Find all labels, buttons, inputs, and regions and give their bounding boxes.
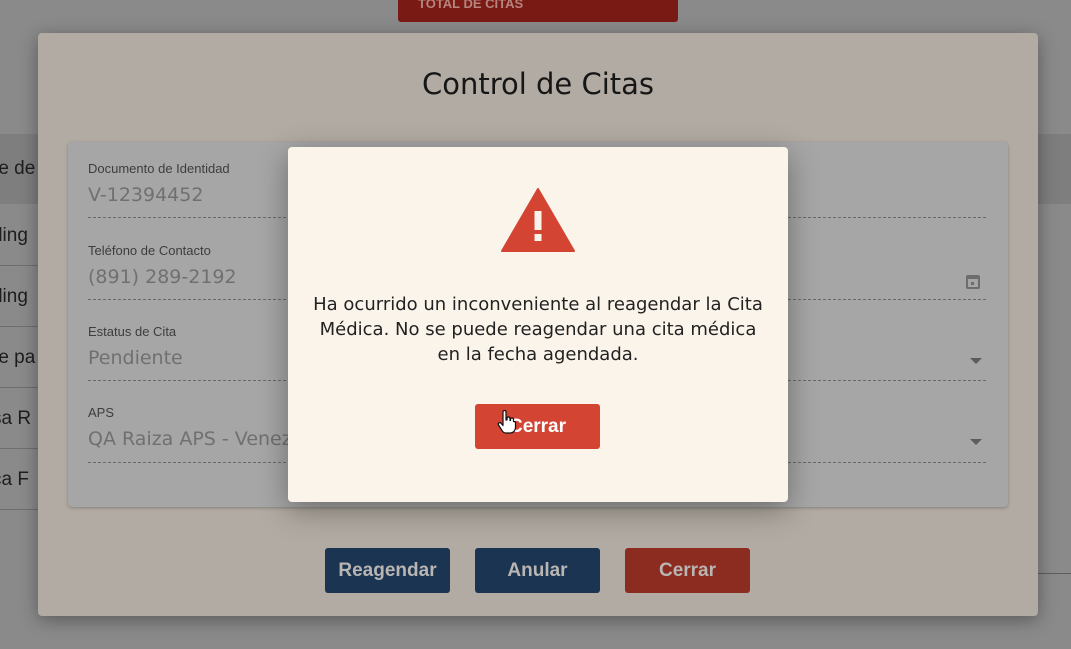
- reschedule-button[interactable]: Reagendar: [325, 548, 450, 593]
- divider: [1038, 573, 1071, 574]
- table-header-cell: re de: [0, 158, 36, 179]
- chevron-down-icon[interactable]: [970, 439, 982, 445]
- cancel-appointment-button[interactable]: Anular: [475, 548, 600, 593]
- close-modal-button[interactable]: Cerrar: [625, 548, 750, 593]
- table-row[interactable]: sa R: [0, 388, 40, 449]
- table-row[interactable]: rling: [0, 205, 40, 266]
- warning-triangle-icon: [501, 188, 575, 252]
- table-row[interactable]: rling: [0, 266, 40, 327]
- alert-message: Ha ocurrido un inconveniente al reagenda…: [313, 294, 763, 365]
- error-alert-dialog: Ha ocurrido un inconveniente al reagenda…: [288, 147, 788, 502]
- total-citas-tab[interactable]: TOTAL DE CITAS: [398, 0, 678, 22]
- alert-close-button[interactable]: Cerrar: [475, 404, 600, 449]
- chevron-down-icon[interactable]: [970, 358, 982, 364]
- calendar-icon[interactable]: [966, 275, 980, 289]
- table-row[interactable]: ca F: [0, 449, 40, 510]
- modal-title: Control de Citas: [421, 67, 655, 101]
- table-row[interactable]: re pa: [0, 327, 40, 388]
- hand-cursor-icon: [497, 410, 517, 434]
